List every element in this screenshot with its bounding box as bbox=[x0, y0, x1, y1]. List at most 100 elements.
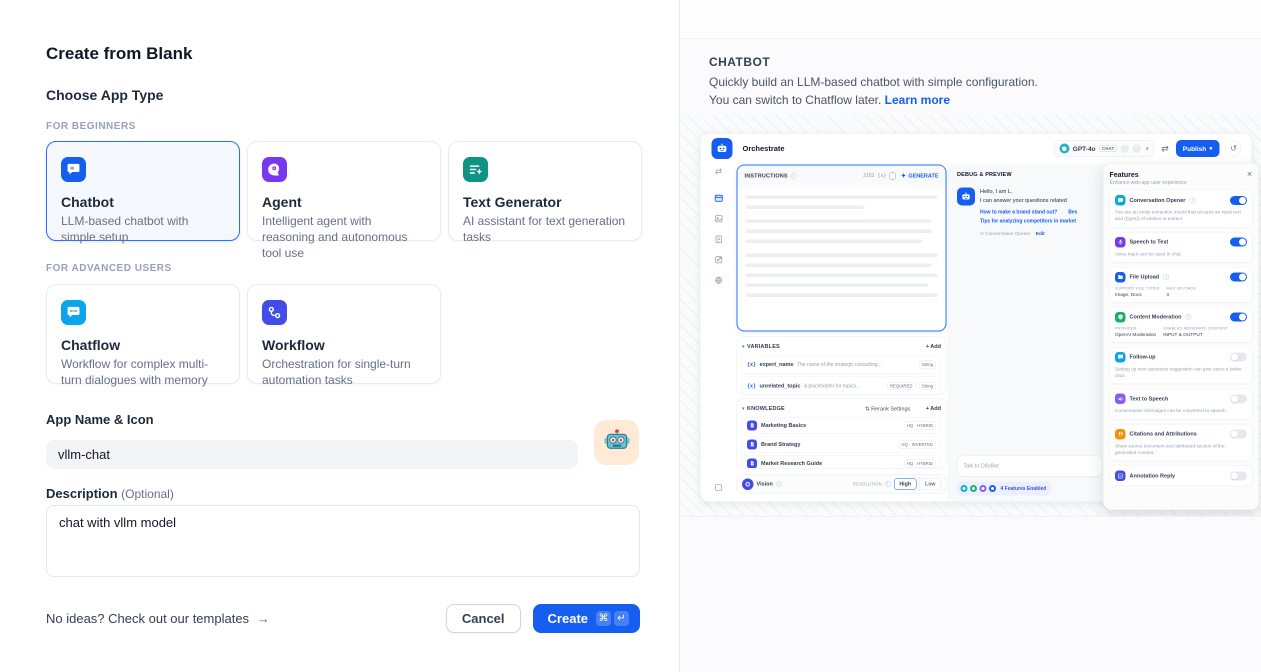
orchestrate-tab-icon bbox=[714, 194, 724, 206]
feature-dot-icon bbox=[989, 485, 997, 493]
app-type-card-chatbot[interactable]: ChatbotLLM-based chatbot with simple set… bbox=[46, 141, 240, 241]
image-tab-icon bbox=[714, 214, 724, 226]
features-enabled-pill: 4 Features Enabled bbox=[957, 482, 1051, 496]
create-shortcut: ⌘ ↵ bbox=[596, 611, 629, 626]
generate-button: GENERATE bbox=[900, 173, 938, 179]
edit-opener-link: Edit bbox=[1036, 231, 1045, 237]
agent-icon bbox=[262, 157, 287, 182]
skeleton-line bbox=[746, 264, 932, 268]
meta-value: OpenAI Moderation bbox=[1115, 332, 1156, 338]
info-icon: i bbox=[791, 173, 797, 179]
description-textarea[interactable]: chat with vllm model bbox=[46, 505, 640, 577]
skeleton-line bbox=[746, 284, 928, 288]
variable-row: {x}unrelated_topicA placeholder for topi… bbox=[742, 377, 941, 395]
feature-toggle[interactable] bbox=[1230, 430, 1247, 439]
variable-token-icon: {x} bbox=[747, 362, 756, 368]
feature-description: Setting up next questions suggestion can… bbox=[1115, 366, 1247, 379]
feature-toggle[interactable] bbox=[1230, 313, 1247, 322]
variables-panel: ▾ VARIABLES + Add {x}expert_nameThe name… bbox=[737, 337, 947, 395]
suggested-question: How to make a brand stand out?Bes bbox=[980, 210, 1077, 216]
feature-name: Text to Speech bbox=[1130, 396, 1169, 402]
rerank-settings-button: ⇅ Rerank Settings bbox=[865, 405, 910, 412]
feature-meta: PROVIDEROpenAI Moderation bbox=[1115, 326, 1156, 338]
knowledge-panel: ▾ KNOWLEDGE ⇅ Rerank Settings + Add Mark… bbox=[737, 399, 947, 469]
speech-to-text-icon bbox=[1115, 237, 1126, 248]
model-mode-badge: CHAT bbox=[1099, 145, 1117, 152]
suggested-question: Tips for analyzing competitors in market bbox=[980, 219, 1077, 225]
content-moderation-icon bbox=[1115, 312, 1126, 323]
chatbot-icon bbox=[61, 157, 86, 182]
feature-toggle[interactable] bbox=[1230, 394, 1247, 403]
create-app-modal: Create from Blank Choose App Type FOR BE… bbox=[0, 0, 1261, 672]
app-type-card-agent[interactable]: AgentIntelligent agent with reasoning an… bbox=[247, 141, 441, 241]
collapse-icon: ⇄ bbox=[715, 167, 722, 177]
app-type-description: Orchestration for single-turn automation… bbox=[262, 356, 426, 388]
meta-key: SUPPORT FILE TYPES bbox=[1115, 286, 1159, 291]
document-icon bbox=[747, 439, 757, 449]
feature-name: Speech to Text bbox=[1130, 239, 1169, 245]
chevron-icon: ▾ bbox=[742, 344, 745, 350]
cancel-button[interactable]: Cancel bbox=[446, 604, 521, 633]
preview-sidebar-rail: ⇄ bbox=[701, 164, 737, 503]
knowledge-badge: HQ · INVERTED bbox=[898, 440, 936, 448]
learn-more-link[interactable]: Learn more bbox=[885, 93, 950, 107]
features-panel: Features Enhance web-app user experience… bbox=[1103, 163, 1259, 510]
templates-link[interactable]: No ideas? Check out our templates → bbox=[46, 611, 270, 626]
feature-description: Voice input can be used in chat. bbox=[1115, 251, 1247, 258]
app-name-input[interactable] bbox=[46, 440, 578, 469]
feature-dot-icon bbox=[960, 485, 968, 493]
app-type-description: Workflow for complex multi-turn dialogue… bbox=[61, 356, 225, 388]
app-type-name: Chatbot bbox=[61, 194, 225, 210]
mic-icon bbox=[1121, 144, 1130, 153]
app-type-description: AI assistant for text generation tasks bbox=[463, 213, 627, 245]
enter-key-icon: ↵ bbox=[614, 611, 629, 626]
model-selector[interactable]: GPT-4o CHAT ▾ bbox=[1054, 140, 1154, 157]
feature-name: Citations and Attributions bbox=[1130, 431, 1197, 437]
feature-toggle[interactable] bbox=[1230, 353, 1247, 362]
instructions-skeleton bbox=[738, 187, 946, 313]
info-description: Quickly build an LLM-based chatbot with … bbox=[709, 73, 1061, 109]
info-icon: i bbox=[1189, 197, 1195, 203]
feature-toggle[interactable] bbox=[1230, 196, 1247, 205]
create-button[interactable]: Create ⌘ ↵ bbox=[533, 604, 640, 633]
conversation-opener-note: ⊙ Conversation Opener Edit bbox=[980, 231, 1077, 237]
variable-name: unrelated_topic bbox=[760, 383, 801, 389]
feature-toggle[interactable] bbox=[1230, 238, 1247, 247]
variable-name: expert_name bbox=[760, 362, 794, 368]
skeleton-line bbox=[746, 206, 865, 210]
publish-button: Publish▾ bbox=[1176, 140, 1220, 157]
app-type-card-text-generator[interactable]: Text GeneratorAI assistant for text gene… bbox=[448, 141, 642, 241]
app-type-name: Text Generator bbox=[463, 194, 627, 210]
bot-avatar-icon bbox=[957, 188, 975, 206]
meta-key: ENABLED MODERATE CONTENT bbox=[1163, 326, 1228, 331]
app-type-card-chatflow[interactable]: ChatflowWorkflow for complex multi-turn … bbox=[46, 284, 240, 384]
token-count: 2182 bbox=[863, 173, 874, 179]
settings-tab-icon bbox=[714, 276, 724, 288]
variable-badge: REQUIRED bbox=[887, 382, 915, 390]
feature-dot-icon bbox=[979, 485, 987, 493]
info-icon: i bbox=[1163, 274, 1169, 280]
knowledge-badge: HQ · HYBRID bbox=[904, 421, 936, 429]
app-icon-picker[interactable] bbox=[594, 420, 639, 465]
feature-toggle[interactable] bbox=[1230, 273, 1247, 282]
description-label: Description (Optional) bbox=[46, 486, 174, 501]
app-type-card-workflow[interactable]: WorkflowOrchestration for single-turn au… bbox=[247, 284, 441, 384]
knowledge-name: Brand Strategy bbox=[761, 441, 894, 447]
chatflow-icon bbox=[61, 300, 86, 325]
vision-setting-row: Vision i RESOLUTION i High Low bbox=[737, 474, 947, 494]
feature-toggle[interactable] bbox=[1230, 471, 1247, 480]
knowledge-row: Marketing BasicsHQ · HYBRID bbox=[742, 417, 941, 434]
feature-description: Conversation messages can be converted t… bbox=[1115, 408, 1247, 415]
app-type-info-panel: CHATBOT Quickly build an LLM-based chatb… bbox=[679, 0, 1261, 672]
variable-badge: String bbox=[919, 361, 936, 369]
advanced-section-label: FOR ADVANCED USERS bbox=[46, 263, 172, 274]
model-swap-icon: ⇄ bbox=[1161, 143, 1169, 154]
follow-up-icon bbox=[1115, 352, 1126, 363]
document-icon bbox=[747, 458, 757, 468]
chat-input: Talk to DifyBot bbox=[957, 456, 1103, 477]
add-knowledge-button: + Add bbox=[926, 406, 941, 412]
feature-name: Follow-up bbox=[1130, 354, 1156, 360]
app-name-label: App Name & Icon bbox=[46, 412, 154, 427]
skeleton-line bbox=[746, 254, 938, 258]
feature-item-speech-to-text: Speech to Text Voice input can be used in… bbox=[1110, 232, 1253, 263]
